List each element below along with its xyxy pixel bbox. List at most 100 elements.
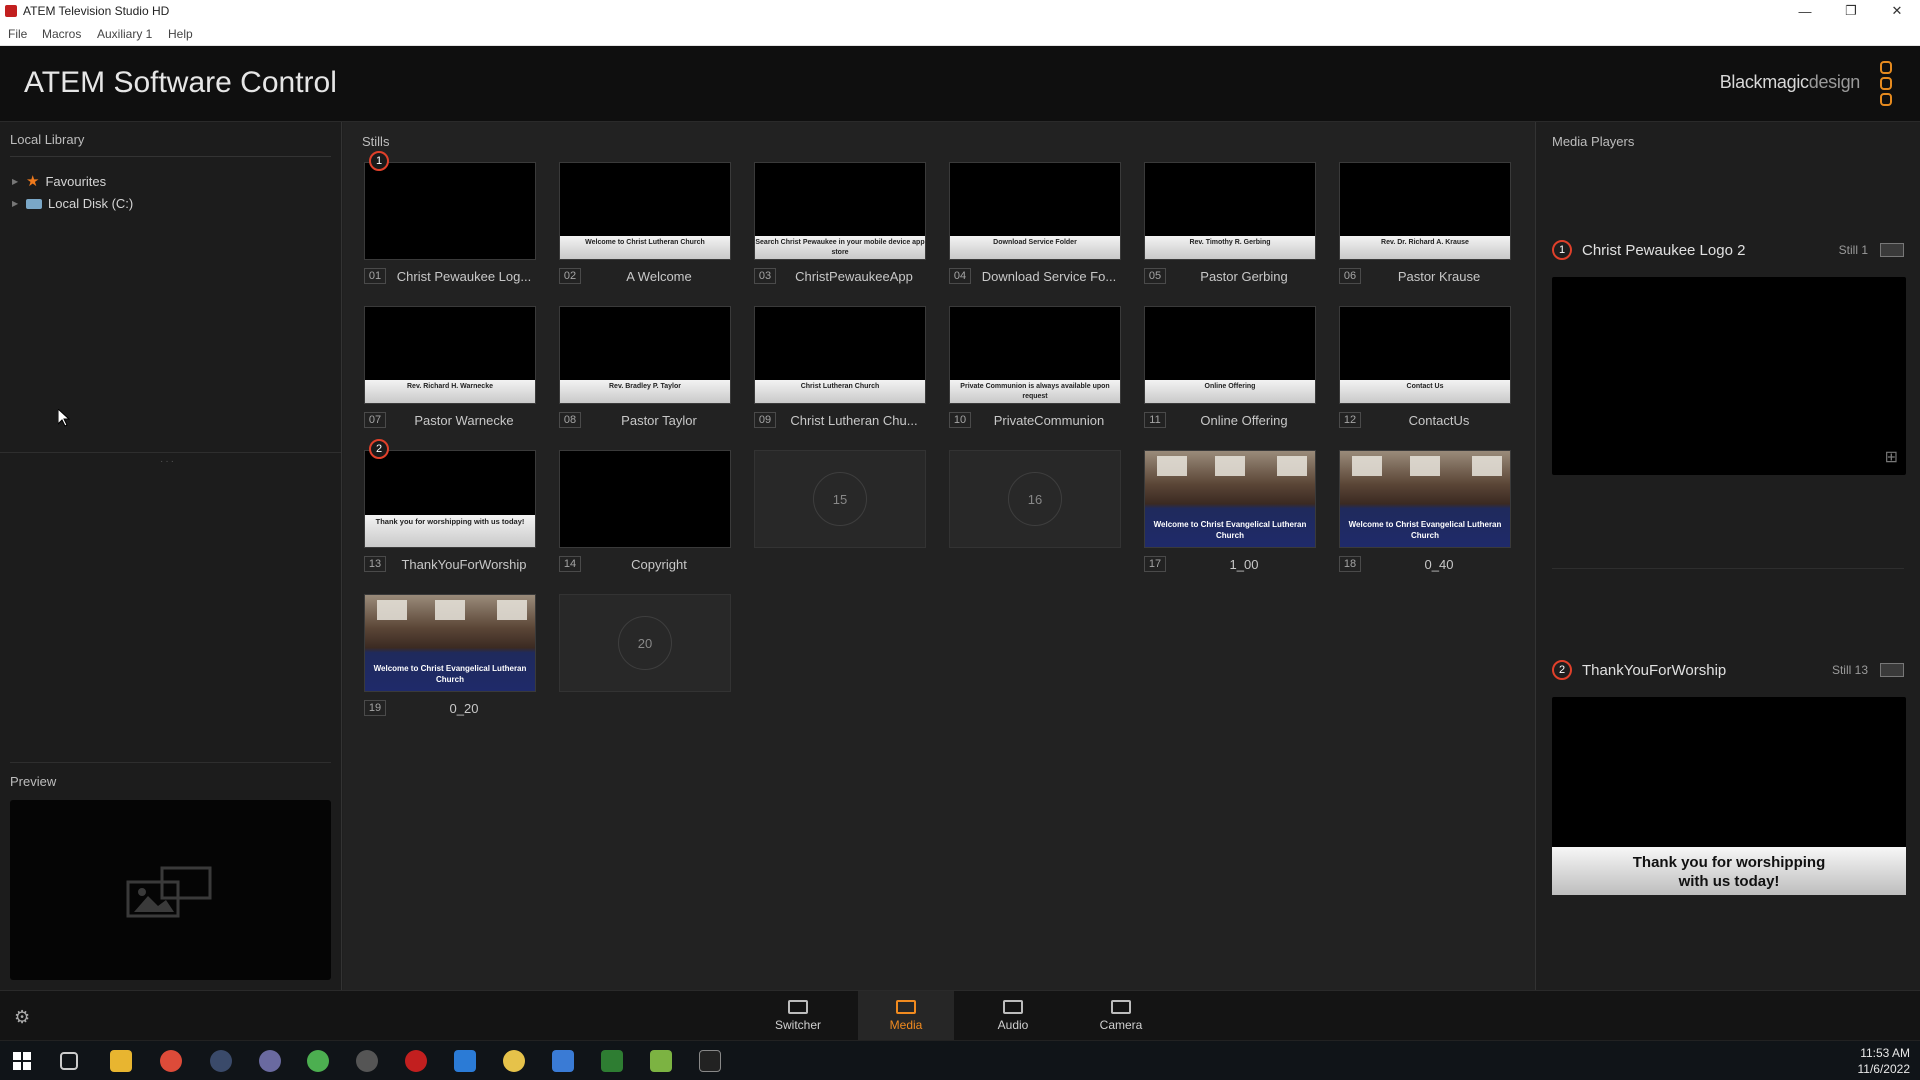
switcher-icon	[788, 1000, 808, 1014]
add-icon[interactable]: ⊞	[1885, 447, 1898, 467]
still-thumbnail[interactable]: Rev. Timothy R. Gerbing	[1144, 162, 1316, 260]
thumbnail-caption: Welcome to Christ Lutheran Church	[560, 236, 730, 259]
still-thumbnail[interactable]	[559, 450, 731, 548]
preview-pane	[10, 800, 331, 980]
vscode-icon[interactable]	[454, 1050, 476, 1072]
chevron-right-icon[interactable]: ▶	[12, 199, 20, 208]
thumbnail-caption: Contact Us	[1340, 380, 1510, 403]
media-players-heading: Media Players	[1552, 134, 1635, 149]
star-icon: ★	[26, 173, 40, 190]
media-player-1-preview[interactable]: ⊞	[1552, 277, 1906, 475]
still-thumbnail[interactable]: Welcome to Christ Lutheran Church	[559, 162, 731, 260]
media-player-still-label: Still 13	[1831, 663, 1868, 677]
menu-auxiliary[interactable]: Auxiliary 1	[97, 27, 152, 41]
app-icon[interactable]	[552, 1050, 574, 1072]
still-thumbnail[interactable]: Welcome to Christ Evangelical Lutheran C…	[1144, 450, 1316, 548]
still-thumbnail[interactable]: Private Communion is always available up…	[949, 306, 1121, 404]
still-thumbnail[interactable]: 16	[949, 450, 1121, 548]
preview-heading: Preview	[10, 774, 57, 789]
thank-you-band: Thank you for worshipping with us today!	[1552, 847, 1906, 895]
still-thumbnail[interactable]: Welcome to Christ Evangelical Lutheran C…	[364, 594, 536, 692]
still-thumbnail[interactable]: Contact Us	[1339, 306, 1511, 404]
church-window	[377, 600, 407, 620]
clock[interactable]: 11:53 AM 11/6/2022	[1858, 1045, 1911, 1077]
windows-start-icon[interactable]	[13, 1052, 31, 1070]
still-number: 18	[1339, 556, 1361, 572]
tab-label: Audio	[997, 1018, 1029, 1032]
still-thumbnail[interactable]: Download Service Folder	[949, 162, 1121, 260]
bottom-nav-bar: ⚙ Switcher Media Audio Camera	[0, 990, 1920, 1041]
file-explorer-icon[interactable]	[110, 1050, 132, 1072]
still-thumbnail[interactable]: Rev. Dr. Richard A. Krause	[1339, 162, 1511, 260]
still-name: Christ Pewaukee Log...	[396, 269, 532, 284]
thumbnail-caption: Welcome to Christ Evangelical Lutheran C…	[1348, 520, 1502, 540]
still-number: 17	[1144, 556, 1166, 572]
still-thumbnail[interactable]: Welcome to Christ Evangelical Lutheran C…	[1339, 450, 1511, 548]
resize-handle[interactable]: ···	[160, 456, 176, 467]
library-item-local-disk[interactable]: ▶ Local Disk (C:)	[12, 196, 133, 211]
still-name: ThankYouForWorship	[401, 557, 527, 572]
tab-media[interactable]: Media	[858, 991, 954, 1041]
minimize-button[interactable]: —	[1782, 0, 1828, 22]
gear-icon[interactable]: ⚙	[14, 1007, 30, 1028]
tab-audio[interactable]: Audio	[965, 991, 1061, 1041]
image-icon[interactable]	[1880, 243, 1904, 257]
still-name: Pastor Krause	[1397, 269, 1481, 284]
stills-panel: Stills 1 01 Christ Pewaukee Log... Welcome …	[343, 122, 1535, 990]
menu-help[interactable]: Help	[168, 27, 193, 41]
still-thumbnail[interactable]: Christ Lutheran Church	[754, 306, 926, 404]
close-button[interactable]: ✕	[1874, 0, 1920, 22]
media-player-still-label: Still 1	[1838, 243, 1868, 257]
app-icon[interactable]	[210, 1050, 232, 1072]
menu-file[interactable]: File	[8, 27, 27, 41]
app-icon[interactable]	[503, 1050, 525, 1072]
divider	[10, 762, 331, 763]
stills-heading: Stills	[362, 134, 390, 149]
app-icon[interactable]	[356, 1050, 378, 1072]
atem-icon[interactable]	[405, 1050, 427, 1072]
tab-camera[interactable]: Camera	[1073, 991, 1169, 1041]
church-window	[1352, 456, 1382, 476]
notepad-icon[interactable]	[650, 1050, 672, 1072]
media-player-number: 1	[1552, 240, 1572, 260]
local-library-panel: Local Library ▶ ★ Favourites ▶ Local Dis…	[0, 122, 342, 990]
tab-switcher[interactable]: Switcher	[750, 991, 846, 1041]
app-icon[interactable]	[307, 1050, 329, 1072]
media-icon	[896, 1000, 916, 1014]
terminal-icon[interactable]	[699, 1050, 721, 1072]
still-thumbnail[interactable]: Online Offering	[1144, 306, 1316, 404]
still-number: 14	[559, 556, 581, 572]
still-thumbnail[interactable]: 20	[559, 594, 731, 692]
still-thumbnail[interactable]: Rev. Richard H. Warnecke	[364, 306, 536, 404]
still-thumbnail[interactable]: Rev. Bradley P. Taylor	[559, 306, 731, 404]
chrome-icon[interactable]	[160, 1050, 182, 1072]
library-item-favourites[interactable]: ▶ ★ Favourites	[12, 172, 106, 190]
image-icon[interactable]	[1880, 663, 1904, 677]
still-thumbnail[interactable]: Search Christ Pewaukee in your mobile de…	[754, 162, 926, 260]
menu-macros[interactable]: Macros	[42, 27, 81, 41]
church-window	[1157, 456, 1187, 476]
still-thumbnail[interactable]: 15	[754, 450, 926, 548]
library-item-label: Favourites	[45, 173, 107, 189]
still-number: 10	[949, 412, 971, 428]
still-thumbnail[interactable]: Thank you for worshipping with us today!	[364, 450, 536, 548]
chevron-right-icon[interactable]: ▶	[12, 177, 20, 186]
still-thumbnail[interactable]	[364, 162, 536, 260]
church-window	[1215, 456, 1245, 476]
excel-icon[interactable]	[601, 1050, 623, 1072]
restore-button[interactable]: ❐	[1828, 0, 1874, 22]
task-view-icon[interactable]	[60, 1052, 78, 1070]
still-number: 03	[754, 268, 776, 284]
church-window	[1472, 456, 1502, 476]
image-placeholder-icon	[126, 866, 211, 918]
still-number: 12	[1339, 412, 1361, 428]
window-title: ATEM Television Studio HD	[23, 4, 170, 18]
app-icon[interactable]	[259, 1050, 281, 1072]
still-number: 11	[1144, 412, 1166, 428]
thumbnail-caption: Online Offering	[1145, 380, 1315, 403]
media-player-1-title: 1 Christ Pewaukee Logo 2	[1552, 240, 1745, 260]
empty-slot-number: 16	[1008, 472, 1062, 526]
media-player-name: ThankYouForWorship	[1582, 661, 1727, 679]
mouse-cursor-icon	[58, 409, 70, 427]
media-player-2-preview[interactable]: Thank you for worshipping with us today!	[1552, 697, 1906, 895]
